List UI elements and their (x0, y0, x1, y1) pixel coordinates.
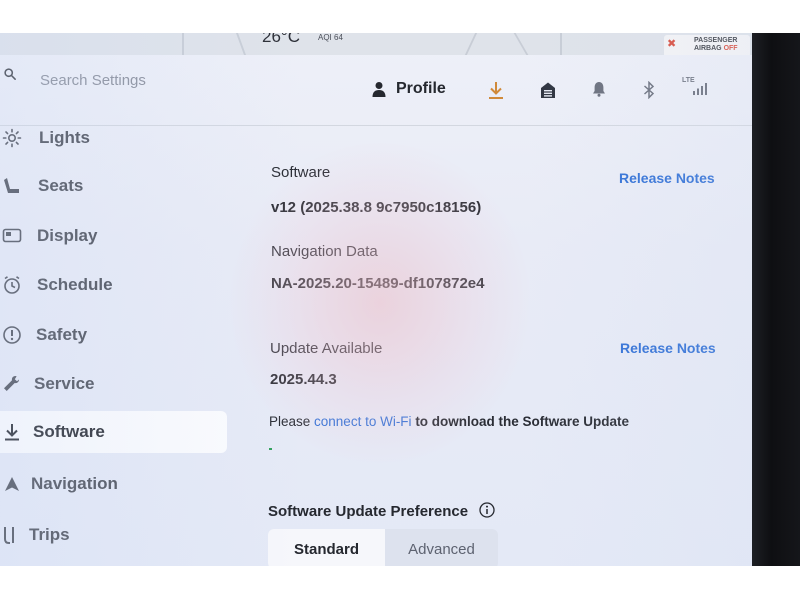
sidebar-item-label: Schedule (37, 275, 113, 294)
person-icon (372, 82, 386, 97)
bluetooth-icon[interactable] (643, 81, 655, 99)
map-road (560, 33, 562, 55)
download-icon (5, 424, 19, 441)
navigation-data-title: Navigation Data (271, 243, 378, 260)
sidebar-item-trips[interactable]: Trips (0, 514, 227, 556)
alert-icon (3, 326, 21, 344)
update-preference-title: Software Update Preference (268, 503, 469, 520)
aqi-indicator: AQI 64 (318, 33, 343, 42)
garage-icon[interactable] (540, 81, 556, 99)
airbag-state: OFF (723, 45, 738, 52)
sidebar-item-seats[interactable]: Seats (0, 165, 227, 207)
outside-temperature: 26°C (262, 33, 300, 46)
wrench-icon (4, 376, 19, 391)
sidebar-item-label: Lights (39, 128, 90, 147)
preference-option-label: Advanced (408, 540, 475, 558)
download-icon[interactable] (488, 81, 504, 99)
update-release-notes-link[interactable]: Release Notes (620, 340, 716, 356)
wifi-message-prefix: Please (269, 414, 315, 429)
profile-button[interactable]: Profile (372, 77, 446, 101)
display-icon (2, 228, 22, 243)
update-available-title: Update Available (270, 340, 383, 357)
seat-icon (4, 178, 19, 193)
airbag-icon: ✖ (667, 38, 677, 50)
software-version: v12 (2025.38.8 9c7950c18156) (271, 199, 482, 216)
sidebar-item-lights[interactable]: Lights (0, 117, 227, 159)
search-input[interactable] (40, 70, 240, 90)
map-road (182, 33, 184, 55)
sidebar-item-label: Software (33, 422, 105, 441)
trips-icon (4, 527, 14, 544)
sidebar-item-label: Navigation (31, 474, 118, 493)
profile-label: Profile (396, 80, 446, 97)
sidebar-item-safety[interactable]: Safety (0, 314, 227, 356)
wifi-message: Please connect to Wi-Fi to download the … (269, 414, 629, 429)
clock-icon (4, 276, 20, 294)
preference-option-advanced[interactable]: Advanced (385, 529, 498, 566)
passenger-airbag-indicator: ✖ PASSENGER AIRBAG OFF (664, 35, 750, 55)
sidebar-item-label: Display (37, 226, 98, 245)
map-strip: 26°C AQI 64 ✖ PASSENGER AIRBAG OFF (0, 33, 752, 55)
lte-signal-icon: LTE (682, 77, 712, 97)
touchscreen: 26°C AQI 64 ✖ PASSENGER AIRBAG OFF Profi… (0, 33, 752, 566)
info-icon[interactable] (479, 502, 495, 518)
sidebar-item-label: Trips (29, 525, 70, 544)
sidebar-item-label: Service (34, 374, 95, 393)
sidebar-item-software[interactable]: Software (0, 411, 227, 453)
update-version: 2025.44.3 (270, 371, 337, 388)
search-icon[interactable] (4, 68, 16, 80)
map-road (235, 33, 247, 55)
screen-bezel (752, 33, 800, 566)
sidebar-item-schedule[interactable]: Schedule (0, 264, 227, 306)
sidebar-item-navigation[interactable]: Navigation (0, 463, 227, 505)
software-release-notes-link[interactable]: Release Notes (619, 170, 715, 186)
preference-option-label: Standard (293, 540, 359, 558)
sidebar-item-display[interactable]: Display (0, 215, 227, 257)
sidebar-item-service[interactable]: Service (0, 363, 227, 405)
connect-wifi-link[interactable]: connect to Wi-Fi (314, 414, 412, 429)
preference-option-standard[interactable]: Standard (268, 529, 385, 566)
software-title: Software (271, 164, 331, 181)
airbag-line2: AIRBAG (694, 45, 722, 52)
map-road (464, 33, 478, 55)
wifi-message-suffix: to download the Software Update (411, 414, 630, 429)
map-road (513, 33, 529, 55)
update-preference-selector: Standard Advanced (268, 529, 498, 566)
airbag-line1: PASSENGER (694, 37, 738, 44)
sidebar-item-label: Safety (36, 325, 88, 344)
lightbulb-icon (2, 128, 22, 148)
navigation-arrow-icon (5, 477, 19, 491)
bell-icon[interactable] (592, 81, 606, 97)
navigation-data-version: NA-2025.20-15489-df107872e4 (271, 275, 485, 292)
download-progress-bar (269, 448, 272, 450)
sidebar-item-label: Seats (38, 176, 84, 195)
